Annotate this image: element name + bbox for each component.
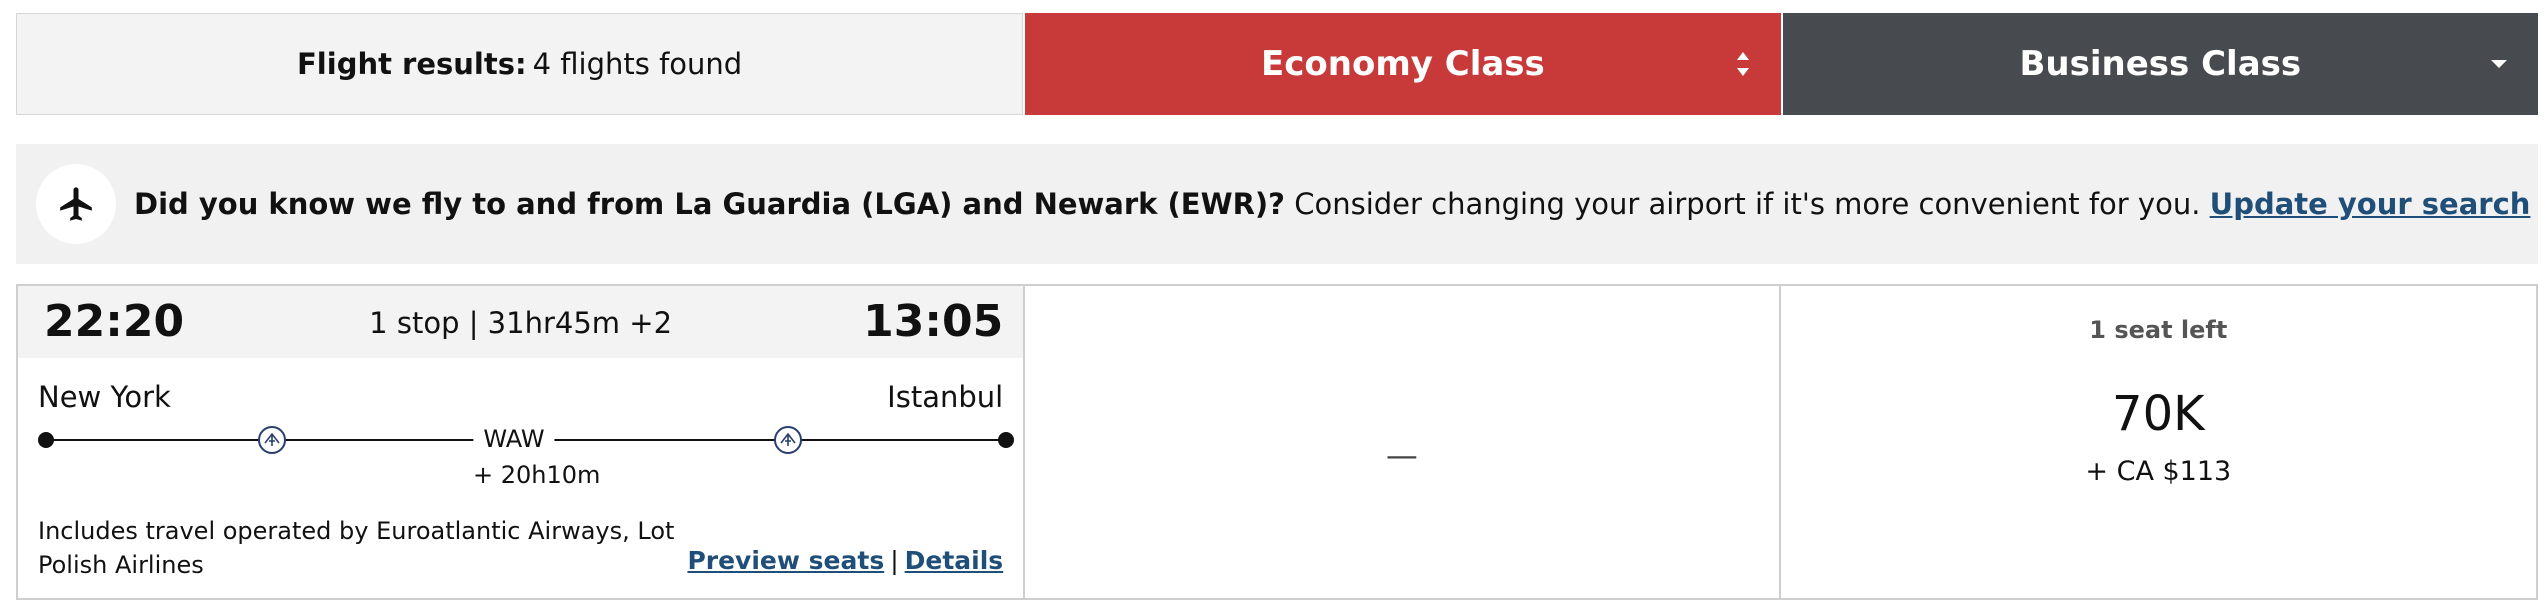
business-fare-cell[interactable]: 1 seat left 70K + CA $113 <box>1781 286 2536 598</box>
economy-class-label: Economy Class <box>1261 44 1545 84</box>
airplane-icon <box>36 164 116 244</box>
day-offset: +2 <box>629 306 673 340</box>
itinerary-panel: 22:20 1 stop | 31hr45m +2 13:05 New York… <box>18 286 1026 598</box>
business-class-label: Business Class <box>2019 44 2302 84</box>
update-search-link[interactable]: Update your search <box>2210 187 2531 221</box>
results-summary: Flight results: 4 flights found <box>16 13 1024 115</box>
results-label: Flight results: <box>297 47 527 81</box>
results-count: 4 flights found <box>532 47 743 81</box>
destination-city: Istanbul <box>887 380 1004 414</box>
sort-icon[interactable] <box>1735 49 1751 79</box>
stop-airport-code: WAW <box>473 425 555 453</box>
route-timeline: WAW <box>38 425 1014 456</box>
business-class-column-header[interactable]: Business Class <box>1782 13 2539 115</box>
layover-duration: + 20h10m <box>473 461 601 489</box>
itinerary-header: 22:20 1 stop | 31hr45m +2 13:05 <box>18 286 1024 358</box>
economy-unavailable: — <box>1385 436 1418 474</box>
details-link[interactable]: Details <box>905 546 1004 575</box>
arrival-time: 13:05 <box>863 296 1004 347</box>
airport-info-banner: Did you know we fly to and from La Guard… <box>16 144 2538 264</box>
economy-class-column-header[interactable]: Economy Class <box>1025 13 1781 115</box>
points-price: 70K <box>2112 386 2205 442</box>
flight-links: Preview seats | Details <box>687 546 1003 575</box>
taxes-fees: + CA $113 <box>2085 456 2232 487</box>
destination-dot <box>998 432 1014 448</box>
results-header: Flight results: 4 flights found Economy … <box>16 13 2539 115</box>
origin-dot <box>38 432 54 448</box>
operating-carriers: Includes travel operated by Euroatlantic… <box>38 517 675 579</box>
preview-seats-link[interactable]: Preview seats <box>687 546 884 575</box>
seats-left-badge: 1 seat left <box>2089 316 2228 344</box>
stops-duration: 1 stop | 31hr45m <box>369 306 621 340</box>
banner-suggestion: Consider changing your airport if it's m… <box>1285 187 2201 221</box>
lot-airline-logo-icon <box>258 426 286 454</box>
link-separator: | <box>890 546 899 575</box>
origin-city: New York <box>38 380 171 414</box>
economy-fare-cell: — <box>1025 286 1781 598</box>
lot-airline-logo-icon <box>774 426 802 454</box>
banner-message: Did you know we fly to and from La Guard… <box>134 187 2530 221</box>
banner-question: Did you know we fly to and from La Guard… <box>134 187 1286 221</box>
chevron-down-icon[interactable] <box>2490 58 2508 70</box>
flight-result-card: 22:20 1 stop | 31hr45m +2 13:05 New York… <box>16 284 2538 600</box>
